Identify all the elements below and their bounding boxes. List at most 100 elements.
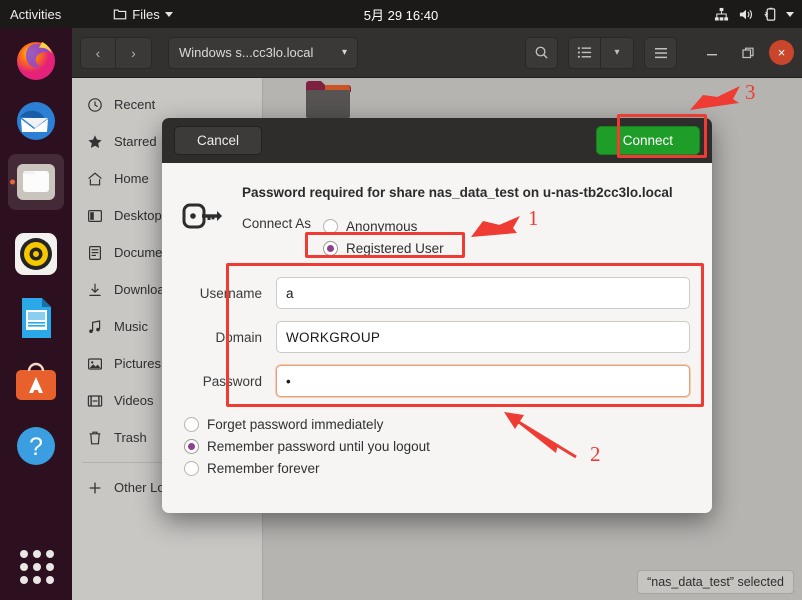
sidebar-item-label: Starred: [114, 134, 157, 149]
field-row-username: Username a: [184, 277, 690, 309]
connect-as-options: Anonymous Registered User: [323, 215, 444, 259]
trash-icon: [86, 429, 103, 446]
show-applications-button[interactable]: [20, 550, 54, 584]
sidebar-item-label: Trash: [114, 430, 147, 445]
radio-anonymous-label: Anonymous: [346, 219, 417, 234]
dialog-body: Password required for share nas_data_tes…: [162, 163, 712, 259]
folder-item-nas-data-test[interactable]: [304, 78, 352, 118]
connect-button[interactable]: Connect: [596, 126, 700, 155]
radio-remember-forever-indicator: [184, 461, 199, 476]
volume-icon: [738, 7, 754, 22]
domain-input[interactable]: WORKGROUP: [276, 321, 690, 353]
app-menu-files[interactable]: Files: [113, 7, 172, 22]
dialog-main: Password required for share nas_data_tes…: [242, 177, 692, 259]
ubuntu-software-icon: [15, 361, 57, 403]
plus-icon: [86, 479, 103, 496]
password-input[interactable]: •: [276, 365, 690, 397]
files-app-icon: [15, 161, 57, 203]
search-button[interactable]: [525, 37, 558, 69]
radio-registered-user[interactable]: Registered User: [323, 237, 444, 259]
folder-icon: [304, 78, 352, 118]
forward-button[interactable]: ›: [116, 37, 152, 69]
radio-forget-immediately[interactable]: Forget password immediately: [184, 413, 712, 435]
clock-icon: [86, 96, 103, 113]
help-icon: ?: [15, 425, 57, 467]
path-bar-button[interactable]: Windows s...cc3lo.local ▾: [168, 37, 358, 69]
sidebar-item-label: Recent: [114, 97, 155, 112]
dock-item-thunderbird[interactable]: [8, 93, 64, 149]
hamburger-menu-icon: [653, 46, 669, 60]
battery-icon: [763, 7, 777, 22]
username-input[interactable]: a: [276, 277, 690, 309]
video-icon: [86, 392, 103, 409]
thunderbird-icon: [12, 97, 60, 145]
system-menu-chevron-icon[interactable]: [786, 12, 794, 17]
files-icon: [113, 7, 127, 21]
home-icon: [86, 170, 103, 187]
credentials-fields: Username a Domain WORKGROUP Password •: [184, 277, 690, 397]
sidebar-item-label: Pictures: [114, 356, 161, 371]
dock-item-ubuntu-software[interactable]: [8, 354, 64, 410]
firefox-icon: [12, 36, 60, 84]
dialog-header-bar: Cancel Connect: [162, 118, 712, 163]
ubuntu-dock: ?: [0, 28, 72, 600]
document-icon: [86, 244, 103, 261]
radio-remember-forever-label: Remember forever: [207, 461, 320, 476]
window-header-bar: ‹ › Windows s...cc3lo.local ▾: [72, 28, 802, 78]
dock-item-help[interactable]: ?: [8, 418, 64, 474]
network-icon: [714, 7, 729, 22]
running-indicator-dot: [10, 180, 15, 185]
radio-forget-immediately-label: Forget password immediately: [207, 417, 383, 432]
cancel-button[interactable]: Cancel: [174, 126, 262, 155]
path-bar-label: Windows s...cc3lo.local: [179, 45, 313, 60]
list-view-icon: [577, 45, 592, 60]
connect-as-row: Connect As Anonymous Registered User: [242, 215, 692, 259]
radio-anonymous-indicator: [323, 219, 338, 234]
main-menu-button[interactable]: [644, 37, 677, 69]
radio-registered-user-indicator: [323, 241, 338, 256]
dock-item-firefox[interactable]: [8, 32, 64, 88]
navigation-group: ‹ ›: [80, 37, 152, 69]
dock-item-files[interactable]: [8, 154, 64, 210]
activities-button[interactable]: Activities: [10, 7, 61, 22]
music-icon: [86, 318, 103, 335]
restore-icon: [741, 46, 755, 60]
star-icon: [86, 133, 103, 150]
key-icon: [182, 201, 224, 231]
close-button[interactable]: ×: [769, 40, 794, 65]
connect-as-label: Connect As: [242, 215, 311, 231]
radio-anonymous[interactable]: Anonymous: [323, 215, 444, 237]
maximize-button[interactable]: [733, 38, 763, 68]
back-button[interactable]: ‹: [80, 37, 116, 69]
search-icon: [534, 45, 549, 60]
key-icon-wrap: [182, 177, 228, 259]
field-row-domain: Domain WORKGROUP: [184, 321, 690, 353]
list-view-button[interactable]: [568, 37, 601, 69]
sidebar-item-label: Videos: [114, 393, 154, 408]
radio-remember-until-logout-label: Remember password until you logout: [207, 439, 430, 454]
picture-icon: [86, 355, 103, 372]
password-label: Password: [184, 374, 276, 389]
domain-label: Domain: [184, 330, 276, 345]
dock-item-libreoffice-writer[interactable]: [8, 290, 64, 346]
screen: Activities Files 5月 29 16:40: [0, 0, 802, 600]
svg-text:?: ?: [29, 433, 43, 461]
remember-options: Forget password immediately Remember pas…: [184, 413, 712, 479]
sidebar-item-label: Music: [114, 319, 148, 334]
radio-remember-forever[interactable]: Remember forever: [184, 457, 712, 479]
sidebar-item-label: Desktop: [114, 208, 162, 223]
view-toggle-group: ▾: [568, 37, 634, 69]
username-label: Username: [184, 286, 276, 301]
chevron-down-icon: [165, 12, 173, 17]
field-row-password: Password •: [184, 365, 690, 397]
system-tray[interactable]: [714, 7, 794, 22]
radio-remember-until-logout-indicator: [184, 439, 199, 454]
desktop-icon: [86, 207, 103, 224]
libreoffice-writer-icon: [14, 296, 58, 340]
minimize-button[interactable]: [697, 38, 727, 68]
dock-item-rhythmbox[interactable]: [8, 226, 64, 282]
app-menu-label: Files: [132, 7, 159, 22]
radio-remember-until-logout[interactable]: Remember password until you logout: [184, 435, 712, 457]
download-icon: [86, 281, 103, 298]
view-options-button[interactable]: ▾: [601, 37, 634, 69]
